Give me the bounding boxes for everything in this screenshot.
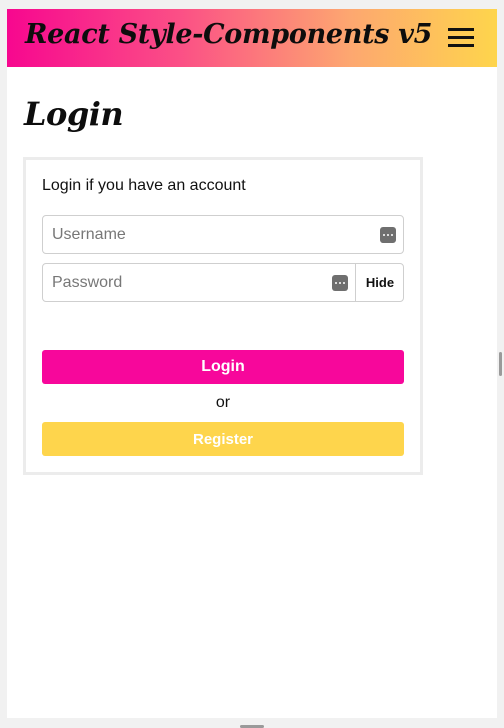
password-input[interactable] <box>43 264 325 301</box>
login-card: Login if you have an account Hide Login … <box>23 157 423 475</box>
username-field <box>42 215 404 254</box>
hamburger-line <box>448 28 474 31</box>
hamburger-menu-icon[interactable] <box>448 27 474 49</box>
login-card-subtitle: Login if you have an account <box>42 177 246 194</box>
or-separator: or <box>215 394 231 411</box>
page-title: Login <box>24 95 124 133</box>
username-input[interactable] <box>43 216 373 253</box>
hamburger-line <box>448 36 474 39</box>
vertical-resize-handle[interactable] <box>499 352 502 376</box>
register-button[interactable]: Register <box>42 422 404 456</box>
hamburger-line <box>448 44 474 47</box>
hide-password-button[interactable]: Hide <box>355 264 404 301</box>
password-manager-key-icon[interactable] <box>380 227 396 243</box>
navbar: React Style-Components v5 <box>7 9 497 67</box>
app-viewport: React Style-Components v5 Login Login if… <box>7 9 497 718</box>
password-field: Hide <box>42 263 404 302</box>
brand-title[interactable]: React Style-Components v5 <box>25 19 432 50</box>
login-button[interactable]: Login <box>42 350 404 384</box>
password-manager-key-icon[interactable] <box>332 275 348 291</box>
